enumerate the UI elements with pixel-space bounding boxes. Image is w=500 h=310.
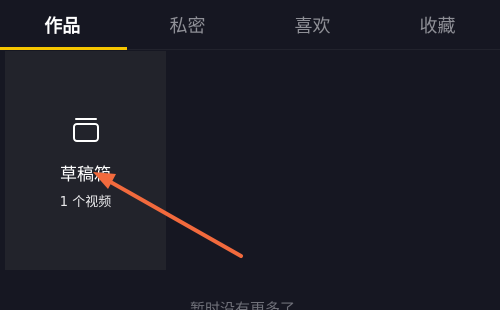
active-tab-indicator	[0, 47, 127, 50]
tab-likes[interactable]: 喜欢	[250, 0, 375, 49]
tab-likes-label: 喜欢	[294, 15, 331, 37]
drafts-box-icon	[73, 118, 99, 142]
tab-works[interactable]: 作品	[0, 0, 127, 50]
drafts-title: 草稿箱	[60, 165, 111, 185]
no-more-content-text: 暂时没有更多了	[190, 300, 296, 310]
tab-works-label: 作品	[44, 15, 81, 37]
profile-works-screen: 作品 私密 喜欢 收藏 草稿箱 1 个视频 暂时没有更多了	[0, 0, 500, 310]
profile-tab-bar: 作品 私密 喜欢 收藏	[0, 0, 500, 50]
drafts-video-count: 1 个视频	[59, 195, 112, 210]
tab-private-label: 私密	[169, 15, 206, 37]
tab-favorites[interactable]: 收藏	[375, 0, 500, 49]
tab-private[interactable]: 私密	[125, 0, 250, 49]
tab-favorites-label: 收藏	[419, 15, 456, 37]
works-grid: 草稿箱 1 个视频 暂时没有更多了	[0, 51, 500, 310]
drafts-folder-card[interactable]: 草稿箱 1 个视频	[5, 51, 166, 270]
